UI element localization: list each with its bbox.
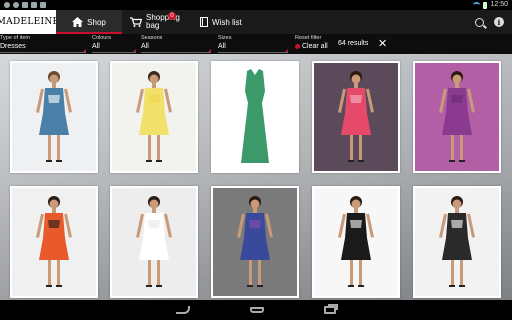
cart-count-badge: 0 [168,12,176,20]
model-illustration [36,196,72,287]
home-button-icon[interactable] [250,307,264,313]
model-illustration [237,196,273,287]
dress-illustration [241,69,269,163]
filter-sizes[interactable]: Sizes All [218,35,288,53]
product-card[interactable] [312,186,400,298]
notification-icon [13,2,19,8]
model-illustration [338,196,374,287]
product-card[interactable] [413,61,501,173]
filter-sizes-label: Sizes [218,35,232,41]
clock: 12:50 [490,1,508,8]
filter-type-value: Dresses [0,43,26,50]
dropdown-indicator-icon [285,49,288,52]
clear-indicator-icon [295,44,300,49]
product-card[interactable] [110,61,198,173]
product-card[interactable] [211,61,299,173]
dropdown-indicator-icon [133,49,136,52]
model-illustration [439,71,475,162]
shopping-cart-icon [130,17,142,27]
reset-filter-label: Reset filter [295,35,322,41]
search-icon[interactable] [475,17,484,27]
product-card[interactable] [10,61,98,173]
product-image [213,63,297,171]
product-card[interactable] [10,186,98,298]
battery-icon [483,1,488,9]
filter-underline [92,52,136,53]
filter-underline [141,52,211,53]
system-navigation-bar [0,300,512,320]
system-indicators: 12:50 [473,0,508,10]
product-card[interactable] [312,61,400,173]
model-illustration [136,71,172,162]
notification-icons [4,0,46,10]
app-header: MADELEINE Shop Shopping bag 0 Wish list … [0,10,512,34]
tab-shop-label: Shop [87,17,106,27]
header-actions: i [475,17,512,27]
tab-wish-list[interactable]: Wish list [192,10,252,34]
model-illustration [36,71,72,162]
reset-filter[interactable]: Reset filter Clear all [295,35,328,51]
product-image [314,63,398,171]
product-card[interactable] [110,186,198,298]
info-icon[interactable]: i [494,17,504,27]
notification-icon [4,2,10,8]
system-status-bar: 12:50 [0,0,512,10]
product-image [12,63,96,171]
close-filter-icon[interactable]: ✕ [378,37,387,50]
filter-bar: Type of item Dresses Colours All Seasons… [0,34,512,54]
product-image [112,63,196,171]
filter-seasons[interactable]: Seasons All [141,35,211,53]
product-card[interactable] [211,186,299,298]
filter-seasons-value: All [141,43,149,50]
product-card[interactable] [413,186,501,298]
filter-colours-value: All [92,43,100,50]
clear-all-button[interactable]: Clear all [295,42,328,51]
filter-type-of-item[interactable]: Type of item Dresses [0,35,86,53]
tab-shop[interactable]: Shop [56,10,122,34]
filter-underline [0,52,86,53]
product-image [12,188,96,296]
tab-wish-list-label: Wish list [212,17,242,27]
brand-logo[interactable]: MADELEINE [0,10,59,34]
product-image [213,188,297,296]
home-icon [72,17,84,27]
back-icon[interactable] [176,306,190,314]
filter-underline [218,52,288,53]
model-illustration [338,71,374,162]
filter-seasons-label: Seasons [141,35,163,41]
bag-label-line2: bag [146,21,160,30]
tab-shopping-bag[interactable]: Shopping bag 0 [122,10,192,34]
dropdown-indicator-icon [83,49,86,52]
product-image [415,188,499,296]
filter-type-label: Type of item [0,35,30,41]
notification-icon [31,2,37,8]
product-image [314,188,398,296]
notification-icon [40,2,46,8]
results-count: 64 results [338,40,369,47]
book-icon [200,17,208,27]
model-illustration [439,196,475,287]
product-image [112,188,196,296]
clear-all-label: Clear all [302,43,328,50]
product-image [415,63,499,171]
notification-icon [22,2,28,8]
filter-colours-label: Colours [92,35,111,41]
product-grid [0,54,512,300]
dropdown-indicator-icon [208,49,211,52]
recent-apps-icon[interactable] [324,306,336,314]
filter-colours[interactable]: Colours All [92,35,136,53]
filter-sizes-value: All [218,43,226,50]
model-illustration [136,196,172,287]
wifi-icon [473,2,481,8]
